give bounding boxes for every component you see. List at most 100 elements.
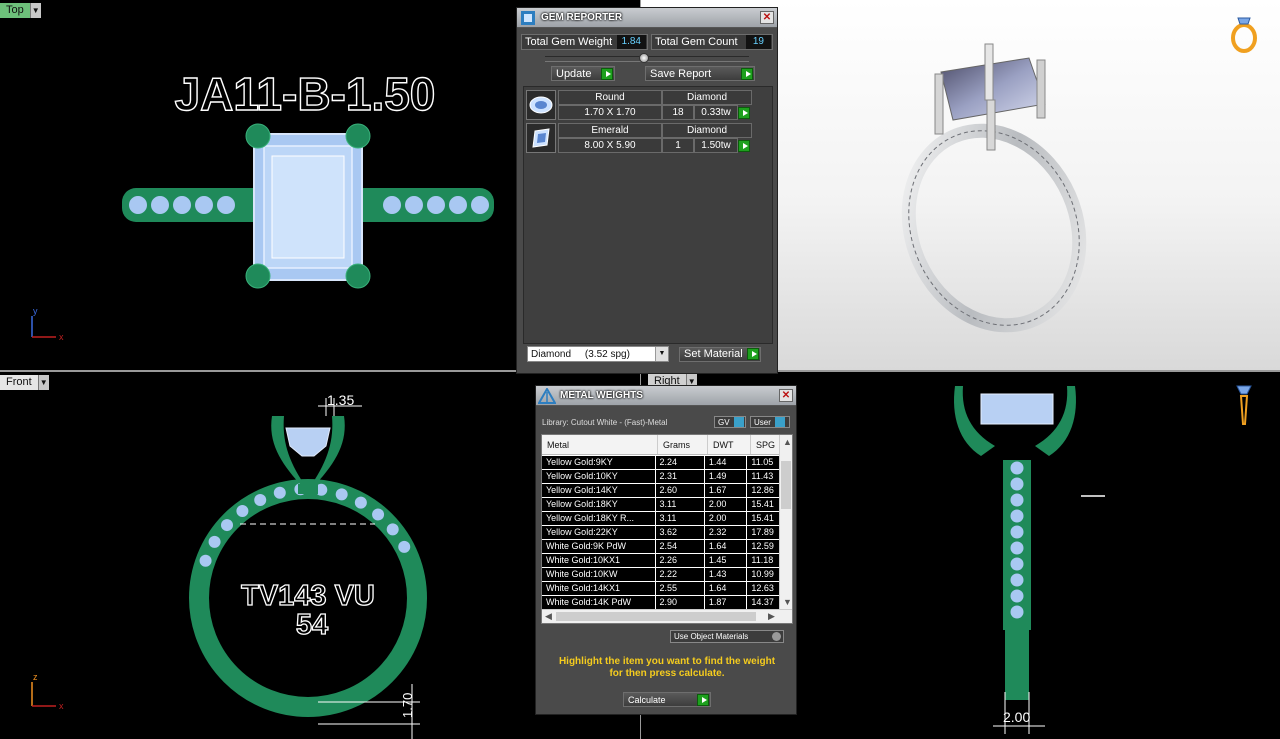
play-icon <box>738 139 750 152</box>
total-gem-weight-value: 1.84 <box>616 35 646 49</box>
prong <box>245 123 271 149</box>
column-header[interactable]: Metal <box>542 435 658 454</box>
table-cell: 2.60 <box>655 484 704 497</box>
ring-view-icon[interactable] <box>1228 12 1260 54</box>
prong <box>245 263 271 289</box>
use-object-materials-toggle[interactable]: Use Object Materials <box>670 630 784 643</box>
table-cell: 1.44 <box>704 456 747 469</box>
gem-row-emerald[interactable]: Emerald Diamond 8.00 X 5.90 1 1.50tw <box>526 123 770 153</box>
chevron-down-icon[interactable]: ▼ <box>29 3 41 18</box>
total-gem-count: Total Gem Count 19 <box>650 34 773 50</box>
band-stone <box>193 194 215 216</box>
band-stone <box>447 194 469 216</box>
viewport-label-front[interactable]: Front ▼ <box>0 375 49 390</box>
viewport-label-top[interactable]: Top ▼ <box>0 3 41 18</box>
chevron-down-icon[interactable]: ▼ <box>37 375 49 390</box>
chevron-left-icon[interactable]: ◀ <box>545 611 552 622</box>
radio-icon <box>772 632 781 641</box>
table-cell: 12.86 <box>747 484 779 497</box>
table-cell: 11.43 <box>747 470 779 483</box>
gem-weight: 1.50tw <box>694 138 738 153</box>
band-stone <box>403 194 425 216</box>
close-icon[interactable]: ✕ <box>760 11 774 24</box>
scroll-thumb[interactable] <box>556 612 756 621</box>
gem-row-round[interactable]: Round Diamond 1.70 X 1.70 18 0.33tw <box>526 90 770 120</box>
slider-knob[interactable] <box>639 53 649 63</box>
band-stone <box>1009 604 1025 620</box>
gem-reporter-titlebar[interactable]: GEM REPORTER ✕ <box>517 8 777 28</box>
table-row[interactable]: Yellow Gold:18KY R... 3.11 2.00 15.41 <box>542 511 780 525</box>
table-cell: 2.32 <box>704 526 747 539</box>
table-cell: 14.37 <box>747 596 779 609</box>
table-row[interactable]: Yellow Gold:18KY 3.11 2.00 15.41 <box>542 497 780 511</box>
table-cell: 11.05 <box>747 456 779 469</box>
column-header[interactable]: DWT <box>708 435 751 454</box>
table-row[interactable]: Yellow Gold:9KY 2.24 1.44 11.05 <box>542 455 780 469</box>
table-cell: 2.55 <box>655 582 704 595</box>
material-select[interactable]: Diamond (3.52 spg) ▼ <box>527 346 669 362</box>
table-row[interactable]: Yellow Gold:10KY 2.31 1.49 11.43 <box>542 469 780 483</box>
save-report-button[interactable]: Save Report <box>645 66 755 81</box>
table-row[interactable]: White Gold:14KX1 2.55 1.64 12.63 <box>542 581 780 595</box>
close-icon[interactable]: ✕ <box>779 389 793 402</box>
chevron-up-icon[interactable]: ▲ <box>783 437 792 447</box>
report-slider[interactable] <box>545 53 749 63</box>
scroll-thumb[interactable] <box>781 461 791 509</box>
table-row[interactable]: White Gold:10KX1 2.26 1.45 11.18 <box>542 553 780 567</box>
metal-weights-titlebar[interactable]: METAL WEIGHTS ✕ <box>536 386 796 406</box>
round-gem-icon <box>526 90 556 120</box>
table-cell: Yellow Gold:22KY <box>542 526 655 539</box>
table-cell: 15.41 <box>747 512 779 525</box>
column-header[interactable]: SPG <box>751 435 781 454</box>
table-cell: 17.89 <box>747 526 779 539</box>
table-row[interactable]: White Gold:10KW 2.22 1.43 10.99 <box>542 567 780 581</box>
column-header[interactable]: Grams <box>658 435 708 454</box>
band-stone <box>1009 556 1025 572</box>
table-cell: 1.45 <box>704 554 747 567</box>
table-row[interactable]: Yellow Gold:22KY 3.62 2.32 17.89 <box>542 525 780 539</box>
metal-table: Metal Grams DWT SPG Yellow Gold:9KY 2.24 1… <box>541 434 793 624</box>
table-row[interactable]: White Gold:14K PdW 2.90 1.87 14.37 <box>542 595 780 609</box>
vertical-scrollbar[interactable]: ▲ ▼ <box>779 435 792 611</box>
band-stone <box>236 504 249 517</box>
chevron-right-icon[interactable]: ▶ <box>768 611 775 622</box>
table-cell: White Gold:14KX1 <box>542 582 655 595</box>
calculate-button[interactable]: Calculate <box>623 692 711 707</box>
table-cell: 2.00 <box>704 512 747 525</box>
horizontal-scrollbar[interactable]: ◀ ▶ <box>542 609 792 623</box>
band-stone <box>1009 588 1025 604</box>
select-gem-button[interactable] <box>738 138 752 153</box>
band-stone <box>208 535 221 548</box>
table-cell: Yellow Gold:10KY <box>542 470 655 483</box>
table-row[interactable]: Yellow Gold:14KY 2.60 1.67 12.86 <box>542 483 780 497</box>
band-stone <box>1009 476 1025 492</box>
band-stone <box>215 194 237 216</box>
band-stone <box>171 194 193 216</box>
emerald-gem-icon <box>526 123 556 153</box>
band-stone <box>335 488 348 501</box>
table-row[interactable]: White Gold:9K PdW 2.54 1.64 12.59 <box>542 539 780 553</box>
chevron-down-icon[interactable]: ▼ <box>655 347 668 361</box>
gv-toggle[interactable]: GV <box>714 416 746 428</box>
pendant-view-icon[interactable] <box>1234 380 1254 428</box>
gem-list: Round Diamond 1.70 X 1.70 18 0.33tw Emer… <box>523 86 773 344</box>
toggle-icon <box>774 417 785 427</box>
dimension-top: 1.35 <box>327 392 354 408</box>
toggle-icon <box>733 417 744 427</box>
play-icon <box>741 67 753 80</box>
table-cell: 3.11 <box>655 512 704 525</box>
band-stone <box>149 194 171 216</box>
band-stone <box>220 519 233 532</box>
user-toggle[interactable]: User <box>750 416 790 428</box>
table-cell: White Gold:9K PdW <box>542 540 655 553</box>
set-material-button[interactable]: Set Material <box>679 346 761 362</box>
viewport-name: Front <box>0 375 38 390</box>
update-button[interactable]: Update <box>551 66 615 81</box>
table-cell: 2.24 <box>655 456 704 469</box>
chevron-down-icon[interactable]: ▼ <box>783 597 792 607</box>
select-gem-button[interactable] <box>738 105 752 120</box>
band-stone <box>354 496 367 509</box>
band-stone <box>469 194 491 216</box>
library-label: Library: Cutout White - (Fast)-Metal <box>542 417 668 427</box>
metal-weights-panel: METAL WEIGHTS ✕ Library: Cutout White - … <box>535 385 797 715</box>
